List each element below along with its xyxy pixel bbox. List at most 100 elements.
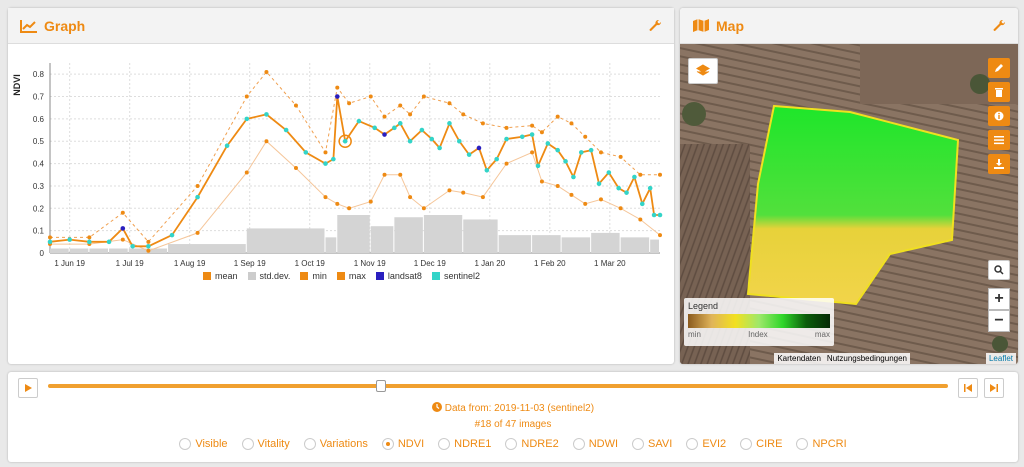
index-option-cire[interactable]: CIRE — [740, 438, 782, 450]
std-dev-bar — [650, 239, 659, 253]
legend-item-landsat8[interactable]: landsat8 — [375, 271, 422, 281]
index-option-visible[interactable]: Visible — [179, 438, 228, 450]
max-point — [598, 150, 603, 155]
map-header: Map — [680, 8, 1018, 44]
y-axis-label: NDVI — [12, 74, 22, 96]
y-tick-label: 0.7 — [33, 93, 45, 102]
previous-button[interactable] — [958, 378, 978, 398]
edit-icon — [995, 64, 1003, 72]
download-icon — [994, 159, 1004, 169]
std-dev-bar — [69, 248, 89, 253]
zoom-in-button[interactable]: + — [988, 288, 1010, 310]
wrench-icon[interactable] — [992, 19, 1006, 33]
std-dev-bar — [50, 248, 69, 253]
max-point — [368, 94, 373, 99]
index-option-label: NDRE1 — [454, 438, 492, 450]
radio-button[interactable] — [796, 438, 809, 450]
legend-label: landsat8 — [387, 271, 422, 281]
index-option-ndvi[interactable]: NDVI — [381, 438, 424, 450]
sentinel2-point — [456, 138, 462, 144]
radio-button[interactable] — [686, 438, 699, 450]
attribution-map-data[interactable]: Kartendaten — [774, 353, 824, 364]
radio-button[interactable] — [381, 438, 394, 450]
timeline-panel: Data from: 2019-11-03 (sentinel2) #18 of… — [8, 372, 1018, 462]
max-point — [408, 112, 413, 117]
info-button[interactable] — [988, 106, 1010, 126]
max-point — [447, 101, 452, 106]
download-button[interactable] — [988, 154, 1010, 174]
index-option-ndwi[interactable]: NDWI — [572, 438, 618, 450]
radio-button[interactable] — [303, 438, 316, 450]
legend-swatch — [247, 272, 256, 280]
play-button[interactable] — [18, 378, 38, 398]
wrench-icon[interactable] — [648, 19, 662, 33]
index-option-savi[interactable]: SAVI — [632, 438, 672, 450]
max-point — [530, 123, 535, 128]
sentinel2-point — [657, 212, 663, 218]
edit-button[interactable] — [988, 58, 1010, 78]
delete-button[interactable] — [988, 82, 1010, 102]
sentinel2-point — [407, 138, 413, 144]
next-button[interactable] — [984, 378, 1004, 398]
min-point — [598, 197, 603, 202]
leaflet-attribution[interactable]: Leaflet — [985, 353, 1016, 364]
index-option-ndre2[interactable]: NDRE2 — [505, 438, 559, 450]
timeline-slider[interactable] — [48, 384, 948, 388]
min-point — [323, 195, 328, 200]
list-button[interactable] — [988, 130, 1010, 150]
info-icon — [994, 111, 1004, 121]
graph-panel: Graph 0 0.1 0.2 0.3 0.4 0.5 0.6 0.7 0.8 NDVI 1 Jun… — [8, 8, 674, 364]
sentinel2-point — [264, 112, 269, 117]
index-option-variations[interactable]: Variations — [303, 438, 368, 450]
leaflet-link[interactable]: Leaflet — [986, 353, 1016, 364]
x-tick-label: 1 Jul 19 — [116, 259, 145, 268]
index-option-evi2[interactable]: EVI2 — [686, 438, 726, 450]
x-tick-label: 1 Nov 19 — [354, 259, 387, 268]
index-option-npcri[interactable]: NPCRI — [796, 438, 847, 450]
timeline-slider-handle[interactable] — [376, 380, 386, 392]
legend-item-max[interactable]: max — [336, 271, 366, 281]
radio-button[interactable] — [740, 438, 753, 450]
radio-button[interactable] — [438, 438, 451, 450]
search-button[interactable] — [988, 260, 1010, 280]
min-point — [461, 190, 466, 195]
legend-gradient — [688, 314, 830, 328]
min-point — [368, 199, 373, 204]
sentinel2-point — [437, 145, 442, 151]
max-point — [382, 114, 387, 119]
min-point — [408, 195, 413, 200]
x-tick-label: 1 Oct 19 — [295, 259, 326, 268]
index-option-ndre1[interactable]: NDRE1 — [438, 438, 491, 450]
min-point — [382, 172, 387, 177]
std-dev-bar — [246, 228, 325, 253]
map-title: Map — [716, 17, 744, 34]
sentinel2-point — [419, 127, 425, 133]
max-point — [293, 103, 298, 108]
legend-max-label: max — [814, 330, 830, 339]
sentinel2-point — [519, 134, 525, 140]
layers-button[interactable] — [688, 58, 718, 84]
sentinel2-point — [169, 232, 175, 238]
sentinel2-point — [639, 201, 645, 207]
skip-forward-icon — [990, 384, 998, 392]
index-option-vitality[interactable]: Vitality — [241, 438, 290, 450]
radio-button[interactable] — [179, 438, 192, 450]
std-dev-bar — [463, 219, 498, 253]
min-point — [421, 206, 426, 211]
legend-item-std-dev-[interactable]: std.dev. — [247, 271, 290, 281]
max-point — [421, 94, 426, 99]
legend-item-sentinel2[interactable]: sentinel2 — [431, 271, 480, 281]
legend-min-label: min — [688, 330, 701, 339]
legend-item-min[interactable]: min — [300, 271, 327, 281]
sentinel2-point — [578, 150, 584, 155]
legend-item-mean[interactable]: mean — [203, 271, 238, 281]
radio-button[interactable] — [241, 438, 254, 450]
layers-icon — [696, 64, 710, 76]
radio-button[interactable] — [505, 438, 518, 450]
zoom-out-button[interactable]: − — [988, 310, 1010, 332]
radio-button[interactable] — [572, 438, 585, 450]
sentinel2-point — [606, 170, 612, 175]
radio-button[interactable] — [632, 438, 645, 450]
x-tick-label: 1 Dec 19 — [414, 259, 447, 268]
attribution-terms[interactable]: Nutzungsbedingungen — [824, 353, 910, 364]
